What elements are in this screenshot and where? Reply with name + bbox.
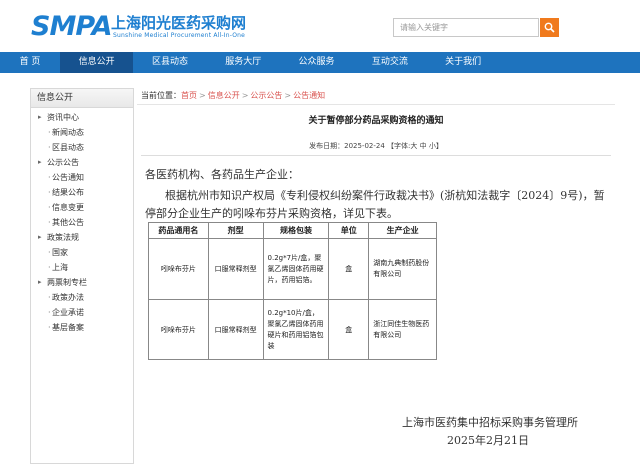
signature-organization: 上海市医药集中招标采购事务管理所 <box>402 416 578 429</box>
breadcrumb-separator: > <box>284 91 292 100</box>
nav-item-1[interactable]: 信息公开 <box>60 52 134 73</box>
sidebar-item[interactable]: 新闻动态 <box>31 125 133 140</box>
sidebar-item[interactable]: 政策办法 <box>31 290 133 305</box>
sidebar-item[interactable]: 企业承诺 <box>31 305 133 320</box>
search-button[interactable] <box>540 18 559 37</box>
breadcrumb-separator: > <box>199 91 206 100</box>
table-cell: 浙江同佳生物医药有限公司 <box>368 299 437 360</box>
signature-date: 2025年2月21日 <box>447 434 529 447</box>
article-meta: 发布日期：2025-02-24 【字体:大 中 小】 <box>309 142 443 150</box>
main-nav: 首 页信息公开 区县动态 服务大厅 公众服务 互动交流 关于我们 <box>0 52 640 73</box>
nav-item-2[interactable]: 区县动态 <box>133 52 206 73</box>
sidebar-item[interactable]: 公示公告 <box>31 155 133 170</box>
nav-item-6[interactable]: 关于我们 <box>426 52 499 73</box>
article-greeting: 各医药机构、各药品生产企业： <box>145 168 299 181</box>
table-cell: 口服常释剂型 <box>207 299 264 360</box>
sidebar-item[interactable]: 区县动态 <box>31 140 133 155</box>
table-cell: 盒 <box>328 238 370 300</box>
nav-item-5[interactable]: 互动交流 <box>353 52 426 73</box>
sidebar: 信息公开 资讯中心新闻动态区县动态公示公告公告通知结果公布信息变更其他公告政策法… <box>30 88 134 464</box>
table-cell: 吲哚布芬片 <box>148 299 209 360</box>
table-row: 吲哚布芬片 口服常释剂型 0.2g*10片/盒，聚氯乙烯固体药用硬片和药用铝箔包装盒… <box>148 299 437 360</box>
sidebar-item[interactable]: 国家 <box>31 245 133 260</box>
table-row: 吲哚布芬片 口服常释剂型 0.2g*7片/盒，聚氯乙烯固体药用硬片，药用铝箔。盒湖南… <box>148 238 437 300</box>
table-cell: 湖南九典制药股份有限公司 <box>368 238 437 300</box>
table-cell: 口服常释剂型 <box>207 238 264 300</box>
sidebar-item[interactable]: 基层备案 <box>31 320 133 335</box>
table-header-row: 药品通用名 剂型 规格包装 单位 生产企业 <box>148 222 437 239</box>
table-header-cell: 生产企业 <box>368 222 437 239</box>
sidebar-item[interactable]: 信息变更 <box>31 200 133 215</box>
site-header: SMPA 上海阳光医药采购网 Sunshine Medical Procurem… <box>0 0 640 52</box>
sidebar-item[interactable]: 上海 <box>31 260 133 275</box>
table-header-cell: 药品通用名 <box>148 222 209 239</box>
drug-table: 药品通用名 剂型 规格包装 单位 生产企业 吲哚布芬片 口服常释剂型 0.2g*7片/盒，聚… <box>148 222 437 360</box>
nav-item-3[interactable]: 服务大厅 <box>207 52 280 73</box>
breadcrumb-link[interactable]: 公示公告 <box>250 91 282 100</box>
breadcrumb-link[interactable]: 信息公开 <box>208 91 240 100</box>
article-divider <box>141 155 611 156</box>
breadcrumb-link[interactable]: 公告通知 <box>293 91 325 100</box>
logo-smpa-text: SMPA <box>31 11 113 42</box>
sidebar-item[interactable]: 其他公告 <box>31 215 133 230</box>
nav-item-4[interactable]: 公众服务 <box>280 52 353 73</box>
search-icon <box>544 22 555 33</box>
sidebar-item[interactable]: 政策法规 <box>31 230 133 245</box>
logo-english-name: Sunshine Medical Procurement All-In-One <box>113 32 246 39</box>
main-content: 当前位置：首页 > 信息公开 > 公示公告 > 公告通知 关于暂停部分药品采购资格的通知 发… <box>137 88 615 464</box>
sidebar-item[interactable]: 两票制专栏 <box>31 275 133 290</box>
breadcrumb-separator: > <box>241 91 249 100</box>
table-cell: 0.2g*10片/盒，聚氯乙烯固体药用硬片和药用铝箔包装 <box>262 299 330 360</box>
nav-item-0[interactable]: 首 页 <box>0 52 60 73</box>
sidebar-item[interactable]: 资讯中心 <box>31 110 133 125</box>
breadcrumb: 当前位置：首页 > 信息公开 > 公示公告 > 公告通知 <box>137 88 615 104</box>
table-header-cell: 规格包装 <box>262 222 330 239</box>
table-cell: 0.2g*7片/盒，聚氯乙烯固体药用硬片，药用铝箔。 <box>262 238 330 300</box>
sidebar-title: 信息公开 <box>31 89 133 108</box>
site-logo[interactable]: SMPA 上海阳光医药采购网 Sunshine Medical Procurem… <box>31 12 263 46</box>
article-title: 关于暂停部分药品采购资格的通知 <box>308 116 444 126</box>
search-input[interactable]: 请输入关键字 <box>393 18 539 37</box>
sidebar-item[interactable]: 结果公布 <box>31 185 133 200</box>
table-header-cell: 单位 <box>328 222 370 239</box>
sidebar-item[interactable]: 公告通知 <box>31 170 133 185</box>
breadcrumb-link[interactable]: 首页 <box>181 91 197 100</box>
logo-chinese-name: 上海阳光医药采购网 <box>111 14 247 32</box>
table-header-cell: 剂型 <box>207 222 264 239</box>
table-cell: 吲哚布芬片 <box>148 238 209 300</box>
breadcrumb-divider <box>137 104 615 105</box>
table-cell: 盒 <box>328 299 370 360</box>
article-paragraph: 根据杭州市知识产权局《专利侵权纠纷案件行政裁决书》(浙杭知法裁字〔2024〕9号… <box>145 189 605 220</box>
sidebar-list: 资讯中心新闻动态区县动态公示公告公告通知结果公布信息变更其他公告政策法规国家上海… <box>31 108 133 335</box>
breadcrumb-prefix: 当前位置： <box>141 91 181 100</box>
